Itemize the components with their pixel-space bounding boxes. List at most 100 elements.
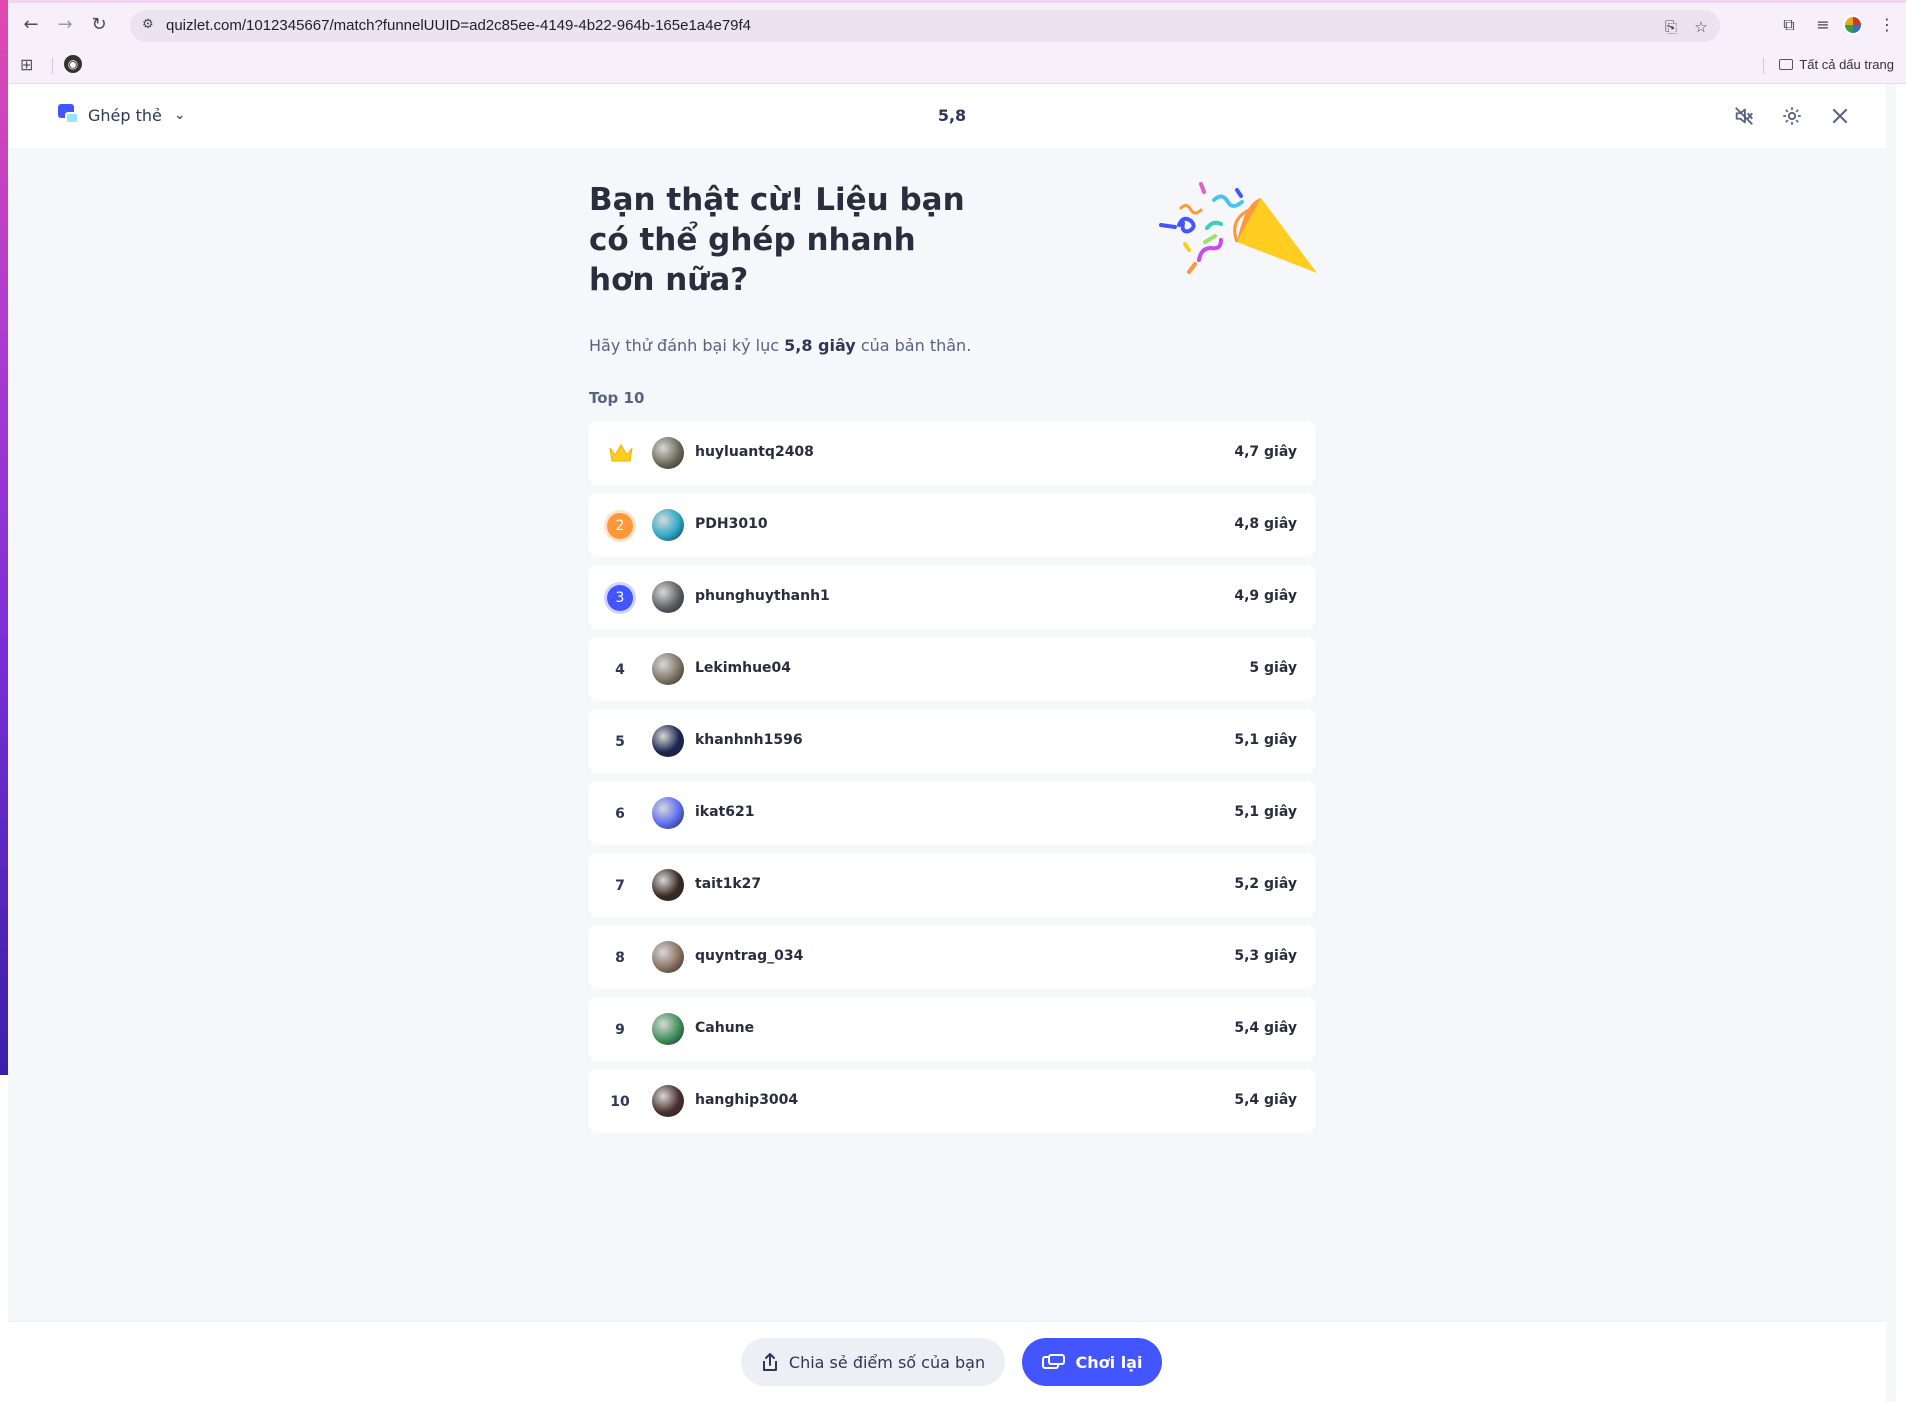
rank-medal: 2 [607,513,633,539]
time-value: 4,9 giây [1234,588,1297,604]
record-value: 5,8 giây [784,336,856,355]
extensions-icon[interactable]: ⧉ [1778,14,1800,36]
leaderboard-row: huyluantq2408 4,7 giây [589,421,1315,485]
leaderboard-row: 9 Cahune 5,4 giây [589,997,1315,1061]
username[interactable]: huyluantq2408 [695,444,814,460]
confetti-icon [1159,182,1317,274]
leaderboard: huyluantq2408 4,7 giây 2 PDH3010 4,8 giây 3 ph… [589,421,1315,1133]
folder-icon [1779,59,1794,70]
bookmark-separator [52,58,53,74]
url-text[interactable]: quizlet.com/1012345667/match?funnelUUID=… [166,17,751,34]
apps-icon[interactable]: ⊞ [20,56,38,74]
time-value: 5,4 giây [1234,1020,1297,1036]
record-message: Hãy thử đánh bại kỷ lục 5,8 giây của bản… [589,336,1315,355]
address-bar[interactable]: ⚙ quizlet.com/1012345667/match?funnelUUI… [130,10,1720,42]
play-again-icon [1041,1354,1065,1369]
username[interactable]: tait1k27 [695,876,761,892]
username[interactable]: phunghuythanh1 [695,588,830,604]
avatar[interactable] [652,797,684,829]
desktop-edge [0,0,8,1075]
leaderboard-row: 7 tait1k27 5,2 giây [589,853,1315,917]
time-value: 5,1 giây [1234,732,1297,748]
footer-bar: Chia sẻ điểm số của bạn Chơi lại [8,1321,1896,1402]
leaderboard-row: 8 quyntrag_034 5,3 giây [589,925,1315,989]
record-message-prefix: Hãy thử đánh bại kỷ lục [589,336,785,355]
leaderboard-row: 3 phunghuythanh1 4,9 giây [589,565,1315,629]
profile-avatar[interactable] [1843,15,1863,35]
avatar[interactable] [652,437,684,469]
time-value: 5 giây [1249,660,1297,676]
timer: 5,8 [937,106,967,125]
username[interactable]: ikat621 [695,804,754,820]
time-value: 4,8 giây [1234,516,1297,532]
back-arrow-icon[interactable]: ← [20,14,42,36]
rank-number: 4 [615,662,625,678]
play-again-label: Chơi lại [1075,1352,1143,1372]
leaderboard-row: 10 hanghip3004 5,4 giây [589,1069,1315,1133]
play-again-button[interactable]: Chơi lại [1022,1338,1162,1386]
avatar[interactable] [652,1013,684,1045]
leaderboard-row: 2 PDH3010 4,8 giây [589,493,1315,557]
rank-number: 6 [615,806,625,822]
chevron-down-icon: ⌄ [173,107,186,123]
menu-icon[interactable]: ⋮ [1876,14,1898,36]
tab-strip-edge [8,0,1906,3]
username[interactable]: quyntrag_034 [695,948,803,964]
rank-number: 7 [615,878,625,894]
leaderboard-title: Top 10 [589,389,645,407]
rank-number: 10 [610,1094,630,1110]
close-icon[interactable] [1826,102,1854,130]
mute-icon[interactable] [1730,102,1758,130]
avatar[interactable] [652,869,684,901]
result-headline: Bạn thật cừ! Liệu bạn có thể ghép nhanh … [589,182,965,298]
rank-number: 9 [615,1022,625,1038]
username[interactable]: Cahune [695,1020,754,1036]
time-value: 4,7 giây [1234,444,1297,460]
star-icon[interactable]: ☆ [1690,16,1712,38]
avatar[interactable] [652,941,684,973]
time-value: 5,1 giây [1234,804,1297,820]
all-bookmarks-label: Tất cả dấu trang [1799,57,1894,72]
username[interactable]: khanhnh1596 [695,732,803,748]
settings-icon[interactable] [1778,102,1806,130]
rank-number: 8 [615,950,625,966]
scrollbar[interactable] [1886,84,1896,1402]
avatar[interactable] [652,509,684,541]
record-message-suffix: của bản thân. [855,336,972,355]
media-icon[interactable]: ≡ [1812,14,1834,36]
bookmarks-bar: ⊞ ◉ Tất cả dấu trang [8,48,1906,84]
share-score-button[interactable]: Chia sẻ điểm số của bạn [741,1338,1005,1386]
time-value: 5,4 giây [1234,1092,1297,1108]
time-value: 5,2 giây [1234,876,1297,892]
avatar[interactable] [652,653,684,685]
install-app-icon[interactable]: ⎘ [1660,16,1682,38]
username[interactable]: Lekimhue04 [695,660,791,676]
share-score-label: Chia sẻ điểm số của bạn [788,1352,986,1372]
browser-chrome: ← → ↻ ⚙ quizlet.com/1012345667/match?fun… [8,0,1906,84]
mode-dropdown[interactable]: Ghép thẻ ⌄ [58,104,186,126]
avatar[interactable] [652,1085,684,1117]
quizlet-match-page: Ghép thẻ ⌄ 5,8 Bạn thật cừ! Liệu bạn có … [8,84,1896,1402]
rank-medal: 3 [607,585,633,611]
mode-label: Ghép thẻ [88,105,162,125]
site-settings-icon[interactable]: ⚙ [142,17,158,33]
avatar[interactable] [652,725,684,757]
username[interactable]: hanghip3004 [695,1092,798,1108]
crown-icon [609,444,633,462]
avatar[interactable] [652,581,684,613]
time-value: 5,3 giây [1234,948,1297,964]
results-panel: Bạn thật cừ! Liệu bạn có thể ghép nhanh … [589,180,1317,1141]
app-header: Ghép thẻ ⌄ 5,8 [8,84,1896,148]
reload-icon[interactable]: ↻ [88,14,110,36]
bookmark-separator [1763,58,1764,74]
leaderboard-row: 4 Lekimhue04 5 giây [589,637,1315,701]
username[interactable]: PDH3010 [695,516,768,532]
globe-icon[interactable]: ◉ [64,55,82,73]
leaderboard-row: 6 ikat621 5,1 giây [589,781,1315,845]
share-icon [762,1353,777,1371]
all-bookmarks-button[interactable]: Tất cả dấu trang [1779,57,1894,72]
leaderboard-row: 5 khanhnh1596 5,1 giây [589,709,1315,773]
mode-icon [58,104,80,126]
rank-number: 5 [615,734,625,750]
forward-arrow-icon[interactable]: → [54,14,76,36]
